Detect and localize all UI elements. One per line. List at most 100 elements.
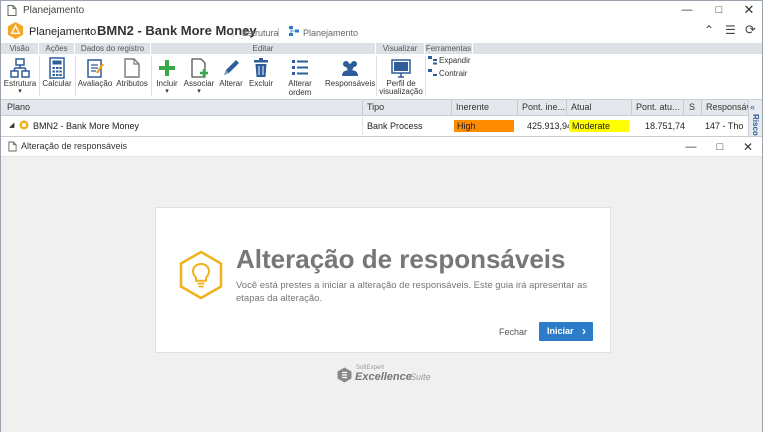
window-titlebar: Planejamento — □ ✕ [1,1,762,19]
atributos-label: Atributos [116,79,148,88]
reorder-list-icon [292,60,308,75]
alterar-ordem-label: Alterar ordem [288,79,312,97]
group-ferramentas: Ferramentas [425,43,473,54]
column-header-pont-atual[interactable]: Pont. atu... [636,102,680,112]
iniciar-label: Iniciar [547,326,574,336]
table-header: Plano Tipo Inerente Pont. ine... Atual P… [1,100,751,116]
maximize-icon[interactable]: □ [709,3,729,17]
expand-tree-icon[interactable]: ◢ [9,121,14,129]
expand-icon [428,56,437,65]
brand-main: Excellence [355,371,412,383]
alterar-label: Alterar [219,79,243,88]
excluir-label: Excluir [248,79,273,88]
estrutura-button[interactable]: Estrutura ▾ [3,54,37,100]
alterar-button[interactable]: Alterar [217,54,245,100]
cell-responsavel: 147 - Tho [705,121,744,131]
cell-divider [362,117,363,135]
excluir-button[interactable]: Excluir [247,54,275,100]
column-header-responsavel[interactable]: Responsáv [706,102,751,112]
tab-planejamento[interactable]: Planejamento [303,28,358,38]
column-divider[interactable] [362,100,363,116]
planning-tree-icon [289,26,299,36]
column-divider[interactable] [701,100,702,116]
evaluation-icon [87,59,104,78]
cell-inerente-badge: High [454,120,514,132]
softexpert-logo: SoftExpert Excellence Suite [337,365,437,385]
plan-status-icon [19,120,29,130]
column-header-s[interactable]: S [689,102,695,112]
group-acoes: Ações [39,43,75,54]
list-menu-icon[interactable]: ☰ [725,23,736,37]
minimize-icon[interactable]: — [677,3,697,17]
column-divider[interactable] [517,100,518,116]
group-editar: Editar [151,43,376,54]
tab-estrutura[interactable]: Estrutura [242,28,279,38]
app-header: Planejamento › BMN2 - Bank More Money | … [1,19,762,43]
column-header-tipo[interactable]: Tipo [367,102,384,112]
breadcrumb-separator: | [232,27,235,38]
softexpert-mark-icon [337,367,352,383]
contrair-button[interactable]: Contrair [428,68,474,80]
column-header-inerente[interactable]: Inerente [456,102,489,112]
minimize-icon[interactable]: — [681,140,701,154]
avaliacao-label: Avaliação [77,79,113,88]
calcular-label: Calcular [42,79,72,88]
column-divider[interactable] [631,100,632,116]
column-header-atual[interactable]: Atual [571,102,592,112]
column-divider[interactable] [683,100,684,116]
dropdown-arrow-icon: ▾ [18,88,22,95]
structure-icon [10,58,30,78]
side-tab-label[interactable]: Risco [751,114,760,136]
calcular-button[interactable]: Calcular [41,54,73,100]
table-row[interactable]: ◢ BMN2 - Bank More Money Bank Process Hi… [1,117,748,135]
close-icon[interactable]: ✕ [739,3,759,17]
wizard-card: Alteração de responsáveis Você está pres… [155,207,611,353]
cell-atual: Moderate [572,121,611,131]
associar-button[interactable]: Associar ▾ [183,54,215,100]
iniciar-button[interactable]: Iniciar › [539,322,593,341]
expandir-button[interactable]: Expandir [428,55,474,67]
attributes-icon [124,58,140,78]
collapse-icon [428,69,437,76]
close-icon[interactable]: ✕ [738,140,758,154]
alterar-ordem-button[interactable]: Alterar ordem [277,54,323,100]
brand-suffix: Suite [410,372,431,382]
collapse-panel-icon[interactable]: « [750,102,755,112]
contrair-label: Contrair [439,69,468,78]
chevron-right-icon: › [85,23,90,38]
chevron-right-icon: › [582,324,586,338]
column-divider[interactable] [566,100,567,116]
column-header-plano[interactable]: Plano [7,102,30,112]
window-title: Planejamento [23,5,85,16]
dialog-title: Alteração de responsáveis [21,141,128,151]
incluir-button[interactable]: Incluir ▾ [153,54,181,100]
fechar-button[interactable]: Fechar [499,327,527,337]
dropdown-arrow-icon: ▾ [165,88,169,95]
perfil-visualizacao-button[interactable]: Perfil de visualização [378,54,424,100]
associate-icon [191,58,208,78]
dialog-window: Alteração de responsáveis — □ ✕ Alteraçã… [1,136,762,432]
risk-side-panel[interactable]: « Risco [748,100,762,136]
divider [75,56,76,96]
collapse-up-icon[interactable]: ⌃ [704,23,714,37]
main-window: Planejamento — □ ✕ Planejamento › BMN2 -… [0,0,763,432]
responsaveis-label: Responsáveis [325,79,376,88]
calculator-icon [49,57,65,79]
avaliacao-button[interactable]: Avaliação [77,54,113,100]
column-header-pont-inerente[interactable]: Pont. ine... [522,102,565,112]
cell-plano: BMN2 - Bank More Money [33,121,140,131]
ribbon-group-bar: Visão Ações Dados do registro Editar Vis… [1,43,762,54]
cell-pont-atual: 18.751,74 [645,121,686,131]
cell-atual-badge: Moderate [569,120,629,132]
responsaveis-button[interactable]: Responsáveis [325,54,375,100]
column-divider[interactable] [451,100,452,116]
refresh-icon[interactable]: ⟳ [745,22,756,38]
atributos-button[interactable]: Atributos [114,54,150,100]
dropdown-arrow-icon: ▾ [197,88,201,95]
divider [425,56,426,96]
document-icon [8,141,17,152]
maximize-icon[interactable]: □ [710,140,730,154]
group-visualizar: Visualizar [376,43,425,54]
pencil-icon [224,60,239,75]
group-dados-registro: Dados do registro [75,43,151,54]
